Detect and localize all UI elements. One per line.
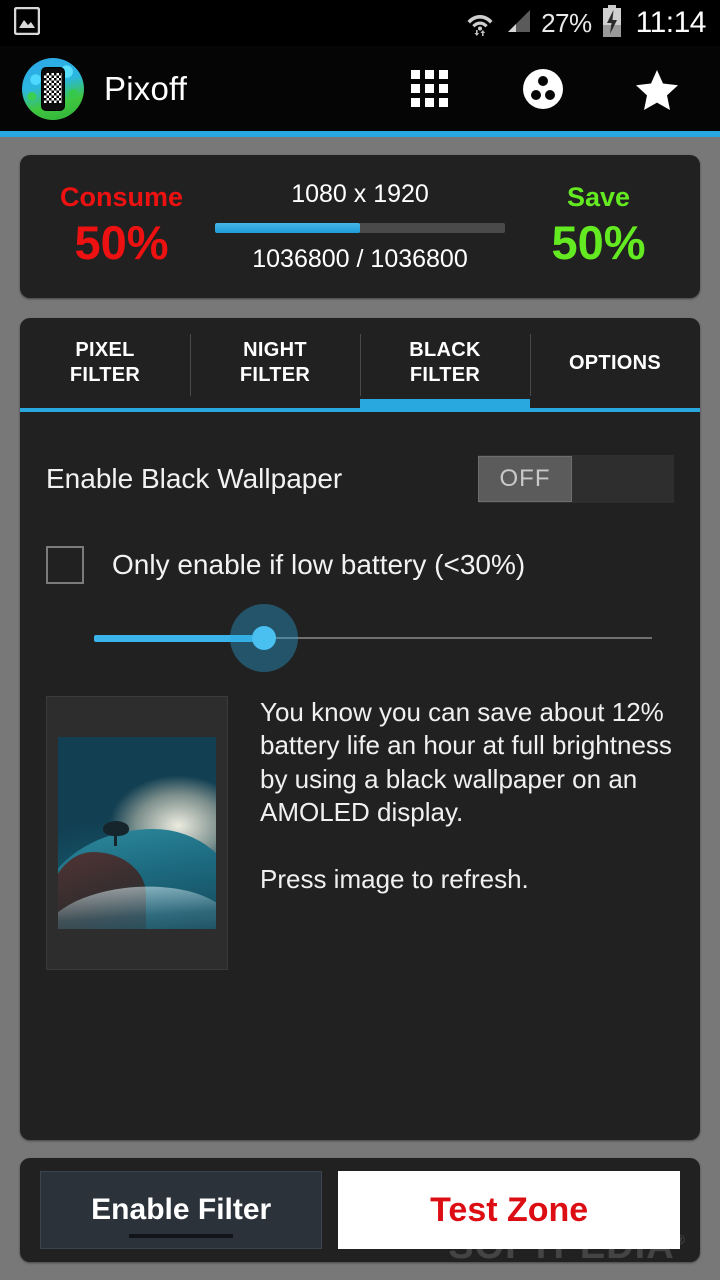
status-bar-left — [13, 6, 41, 40]
app-title: Pixoff — [104, 69, 188, 107]
app-bar: Pixoff — [0, 46, 720, 131]
pixel-progress-bar — [215, 222, 505, 233]
stats-card: Consume 50% 1080 x 1920 1036800 / 103680… — [20, 155, 700, 298]
info-hint: Press image to refresh. — [260, 864, 529, 895]
battery-charging-icon — [601, 4, 623, 42]
enable-filter-button[interactable]: Enable Filter — [40, 1171, 323, 1249]
tab-options-line1: OPTIONS — [568, 351, 662, 374]
app-bar-actions — [406, 66, 698, 112]
tab-pixel-filter[interactable]: PIXEL FILTER — [20, 318, 190, 418]
wallpaper-preview-image — [58, 737, 216, 929]
cell-signal-icon — [504, 7, 532, 40]
resolution-text: 1080 x 1920 — [291, 179, 429, 208]
grid-icon[interactable] — [406, 66, 452, 112]
slider-thumb[interactable] — [252, 626, 276, 650]
tab-pixel-filter-line2: FILTER — [69, 364, 141, 386]
info-row: You know you can save about 12% battery … — [46, 696, 674, 970]
low-battery-label: Only enable if low battery (<30%) — [112, 549, 526, 580]
tab-night-filter-line2: FILTER — [239, 364, 311, 386]
tab-night-filter-underline — [190, 408, 360, 412]
tab-night-filter[interactable]: NIGHT FILTER — [190, 318, 360, 418]
resolution-block: 1080 x 1920 1036800 / 1036800 — [209, 180, 511, 274]
page-body: Consume 50% 1080 x 1920 1036800 / 103680… — [0, 137, 720, 1280]
tab-bar: PIXEL FILTER NIGHT FILTER BLACK FILTER O… — [20, 318, 700, 418]
image-icon — [13, 6, 41, 40]
bottom-action-bar: Enable Filter Test Zone SOFTPEDIA® — [20, 1158, 700, 1267]
pixel-count-text: 1036800 / 1036800 — [252, 244, 468, 273]
pixel-progress-fill — [215, 222, 360, 233]
enable-black-wallpaper-switch[interactable]: OFF — [478, 455, 674, 503]
tab-black-filter-line2: FILTER — [409, 364, 481, 386]
low-battery-row: Only enable if low battery (<30%) — [46, 546, 674, 584]
enable-black-wallpaper-label: Enable Black Wallpaper — [46, 463, 343, 494]
tab-options-underline — [530, 408, 700, 412]
pixoff-logo-icon — [22, 57, 84, 120]
battery-percent: 27% — [541, 7, 592, 38]
tab-pixel-filter-underline — [20, 408, 190, 412]
main-card: PIXEL FILTER NIGHT FILTER BLACK FILTER O… — [20, 318, 700, 1140]
tab-black-filter[interactable]: BLACK FILTER — [360, 318, 530, 418]
consume-value: 50% — [74, 216, 169, 270]
tab-black-filter-underline — [360, 399, 530, 412]
film-reel-icon[interactable] — [520, 66, 566, 112]
star-icon[interactable] — [634, 66, 680, 112]
tree-shape — [101, 821, 131, 847]
save-label: Save — [566, 181, 631, 212]
save-value: 50% — [551, 216, 646, 270]
low-battery-checkbox[interactable] — [46, 546, 84, 584]
tab-pixel-filter-line1: PIXEL — [75, 339, 135, 361]
consume-label: Consume — [59, 181, 184, 212]
black-filter-panel: Enable Black Wallpaper OFF Only enable i… — [20, 418, 700, 1140]
consume-stat: Consume 50% — [34, 181, 209, 271]
tab-options[interactable]: OPTIONS — [530, 318, 700, 418]
brightness-slider[interactable] — [46, 602, 674, 674]
info-text: You know you can save about 12% battery … — [260, 696, 674, 970]
grid-icon-glyph — [410, 70, 448, 107]
status-bar-right: 27% 11:14 — [465, 4, 707, 42]
wallpaper-preview[interactable] — [46, 696, 228, 970]
status-bar: 27% 11:14 — [0, 0, 720, 46]
info-paragraph: You know you can save about 12% battery … — [260, 697, 672, 827]
save-stat: Save 50% — [511, 181, 686, 271]
enable-black-wallpaper-row: Enable Black Wallpaper OFF — [46, 448, 674, 510]
wifi-icon — [465, 6, 495, 41]
test-zone-label: Test Zone — [430, 1190, 589, 1229]
enable-filter-label: Enable Filter — [91, 1193, 272, 1226]
tab-black-filter-line1: BLACK — [409, 339, 481, 361]
switch-state-label: OFF — [478, 456, 572, 502]
tab-night-filter-line1: NIGHT — [243, 339, 307, 361]
test-zone-button[interactable]: Test Zone — [338, 1171, 680, 1249]
clock: 11:14 — [635, 6, 707, 39]
